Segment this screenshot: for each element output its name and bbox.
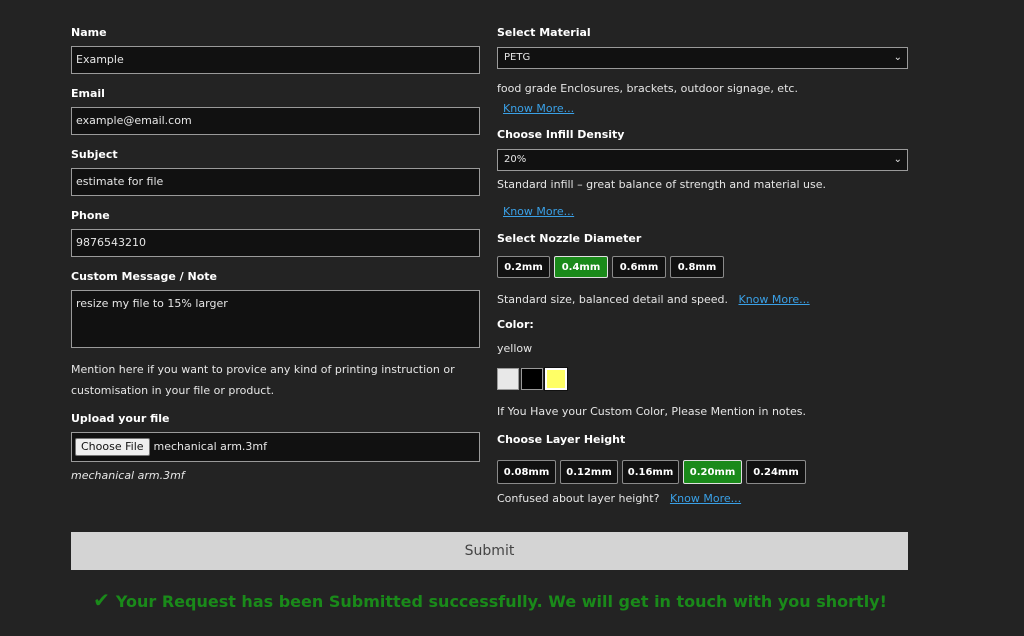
layer-question: Confused about layer height? — [497, 492, 660, 505]
color-swatches — [497, 367, 569, 391]
material-label: Select Material — [497, 26, 591, 39]
file-upload-input[interactable]: Choose File mechanical arm.3mf — [71, 432, 480, 462]
selected-color-name: yellow — [497, 342, 533, 355]
success-message-row: ✔ Your Request has been Submitted success… — [0, 588, 980, 612]
layer-know-more-link[interactable]: Know More... — [670, 492, 741, 505]
message-textarea[interactable]: resize my file to 15% larger — [71, 290, 480, 348]
layer-option-0.12[interactable]: 0.12mm — [560, 460, 618, 484]
swatch-white[interactable] — [497, 368, 519, 390]
success-message: Your Request has been Submitted successf… — [115, 592, 887, 611]
infill-label: Choose Infill Density — [497, 128, 625, 141]
message-help-text: Mention here if you want to provice any … — [71, 363, 455, 397]
custom-color-note: If You Have your Custom Color, Please Me… — [497, 405, 806, 418]
layer-option-0.08[interactable]: 0.08mm — [497, 460, 556, 484]
message-label: Custom Message / Note — [71, 270, 217, 283]
layer-help-row: Confused about layer height? Know More..… — [497, 488, 741, 509]
nozzle-option-0.8[interactable]: 0.8mm — [670, 256, 724, 278]
layer-option-0.20[interactable]: 0.20mm — [683, 460, 742, 484]
infill-know-more-link[interactable]: Know More... — [503, 205, 574, 218]
choose-file-button[interactable]: Choose File — [75, 438, 150, 456]
nozzle-option-0.6[interactable]: 0.6mm — [612, 256, 666, 278]
layer-height-label: Choose Layer Height — [497, 433, 626, 446]
swatch-yellow[interactable] — [544, 367, 568, 391]
nozzle-option-0.4[interactable]: 0.4mm — [554, 256, 608, 278]
upload-label: Upload your file — [71, 412, 170, 425]
selected-file-name: mechanical arm.3mf — [153, 440, 267, 453]
layer-height-options: 0.08mm 0.12mm 0.16mm 0.20mm 0.24mm — [497, 460, 810, 484]
name-label: Name — [71, 26, 107, 39]
phone-label: Phone — [71, 209, 110, 222]
uploaded-file-caption: mechanical arm.3mf — [71, 469, 185, 482]
nozzle-description-row: Standard size, balanced detail and speed… — [497, 289, 810, 310]
material-select[interactable]: PETG ⌄ — [497, 47, 908, 69]
material-description: food grade Enclosures, brackets, outdoor… — [497, 82, 798, 95]
material-selected-value: PETG — [504, 52, 531, 63]
nozzle-option-0.2[interactable]: 0.2mm — [497, 256, 550, 278]
nozzle-options: 0.2mm 0.4mm 0.6mm 0.8mm — [497, 256, 728, 278]
chevron-down-icon: ⌄ — [893, 52, 902, 63]
infill-selected-value: 20% — [504, 154, 527, 165]
submit-button[interactable]: Submit — [71, 532, 908, 570]
infill-description: Standard infill – great balance of stren… — [497, 178, 826, 191]
subject-field[interactable]: estimate for file — [71, 168, 480, 196]
infill-select[interactable]: 20% ⌄ — [497, 149, 908, 171]
swatch-black[interactable] — [521, 368, 543, 390]
subject-label: Subject — [71, 148, 118, 161]
email-field[interactable]: example@email.com — [71, 107, 480, 135]
layer-option-0.24[interactable]: 0.24mm — [746, 460, 806, 484]
layer-option-0.16[interactable]: 0.16mm — [622, 460, 679, 484]
material-know-more-link[interactable]: Know More... — [503, 102, 574, 115]
chevron-down-icon: ⌄ — [893, 154, 902, 165]
nozzle-know-more-link[interactable]: Know More... — [738, 293, 809, 306]
email-label: Email — [71, 87, 105, 100]
color-label: Color: — [497, 318, 534, 331]
name-field[interactable]: Example — [71, 46, 480, 74]
checkmark-icon: ✔ — [93, 588, 110, 612]
nozzle-description: Standard size, balanced detail and speed… — [497, 293, 728, 306]
phone-field[interactable]: 9876543210 — [71, 229, 480, 257]
nozzle-label: Select Nozzle Diameter — [497, 232, 642, 245]
